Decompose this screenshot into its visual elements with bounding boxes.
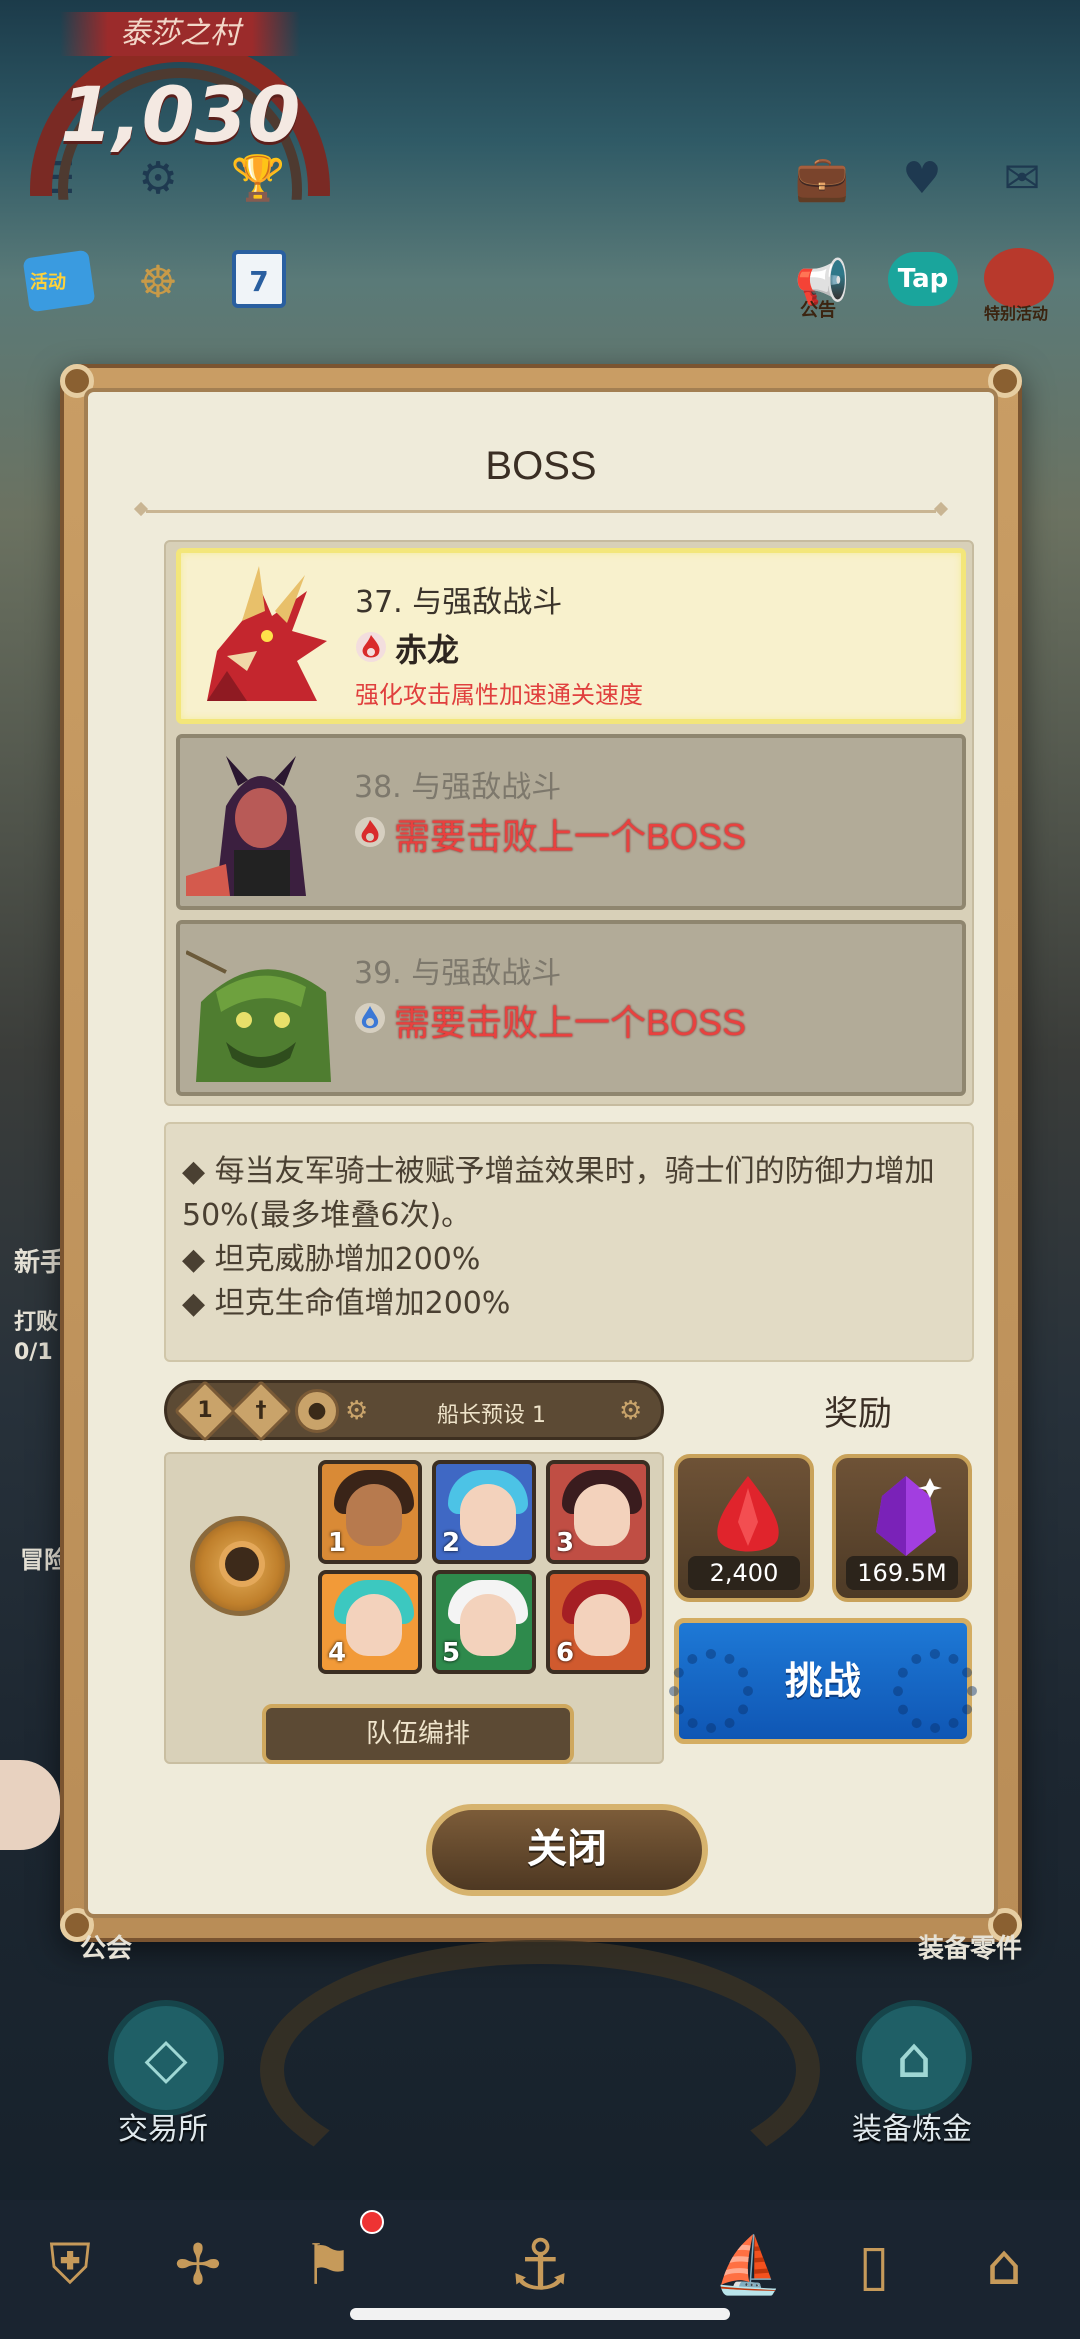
boss-list: 37. 与强敌战斗 赤龙 强化攻击属性加速通关速度 38. 与强敌战斗 需要击败… bbox=[164, 540, 974, 1106]
preset-label: 船长预设 1 bbox=[437, 1403, 546, 1428]
green-beast-portrait bbox=[186, 932, 336, 1082]
mail-icon[interactable]: ✉ bbox=[990, 146, 1054, 210]
friends-icon[interactable]: ♥ bbox=[890, 146, 954, 210]
alchemy-icon[interactable]: ⌂ bbox=[856, 2000, 972, 2116]
red-gem-icon bbox=[717, 1476, 779, 1552]
modal-body: BOSS 37. 与强敌战斗 赤龙 强化攻击属性加速通关速度 38. 与强敌战斗… bbox=[84, 388, 998, 1918]
special-event-icon[interactable] bbox=[984, 248, 1054, 308]
exchange-icon[interactable]: ◇ bbox=[108, 2000, 224, 2116]
water-element-icon bbox=[354, 1002, 386, 1034]
locked-requirement: 需要击败上一个BOSS bbox=[394, 816, 747, 857]
door-icon[interactable]: ▯ bbox=[826, 2210, 922, 2320]
guild-label: 公会 bbox=[80, 1934, 133, 1964]
fire-element-icon bbox=[354, 816, 386, 848]
effect-line: ◆ 坦克威胁增加200% bbox=[182, 1242, 481, 1277]
team-panel: 1 2 3 4 5 6 队伍编排 bbox=[164, 1452, 664, 1764]
boss-number-title: 38. 与强敌战斗 bbox=[354, 770, 562, 805]
boss-description: 强化攻击属性加速通关速度 bbox=[355, 681, 643, 709]
boss-card-37[interactable]: 37. 与强敌战斗 赤龙 强化攻击属性加速通关速度 bbox=[176, 548, 966, 724]
reward-red-gem[interactable]: 2,400 bbox=[674, 1454, 814, 1602]
effect-line: ◆ 坦克生命值增加200% bbox=[182, 1286, 511, 1321]
demon-girl-portrait bbox=[186, 746, 336, 896]
captain-avatar[interactable] bbox=[190, 1516, 290, 1616]
reward-value: 169.5M bbox=[846, 1556, 958, 1590]
defeat-label: 打败 bbox=[14, 1310, 59, 1335]
equipment-parts-label: 装备零件 bbox=[918, 1934, 1023, 1964]
tap-button[interactable]: Tap bbox=[888, 252, 958, 306]
exchange-label: 交易所 bbox=[118, 2112, 208, 2147]
effect-line: ◆ 每当友军骑士被赋予增益效果时，骑士们的防御力增加50%(最多堆叠6次)。 bbox=[182, 1154, 935, 1233]
activity-label: 活动 bbox=[30, 272, 66, 293]
team-slot-2[interactable]: 2 bbox=[432, 1460, 536, 1564]
alchemy-label: 装备炼金 bbox=[852, 2112, 972, 2147]
progress-label: 0/1 bbox=[14, 1340, 53, 1365]
preset-settings-icon[interactable]: ⚙ bbox=[345, 1397, 373, 1425]
boss-effects-panel: ◆ 每当友军骑士被赋予增益效果时，骑士们的防御力增加50%(最多堆叠6次)。 ◆… bbox=[164, 1122, 974, 1362]
team-formation-button[interactable]: 队伍编排 bbox=[262, 1704, 574, 1764]
team-slot-3[interactable]: 3 bbox=[546, 1460, 650, 1564]
team-slot-5[interactable]: 5 bbox=[432, 1570, 536, 1674]
reward-value: 2,400 bbox=[688, 1556, 800, 1590]
village-score: 1,030 bbox=[60, 70, 301, 159]
team-slot-4[interactable]: 4 bbox=[318, 1570, 422, 1674]
purple-crystal-icon bbox=[876, 1476, 942, 1556]
team-slot-1[interactable]: 1 bbox=[318, 1460, 422, 1564]
village-emblem: 泰莎之村 1,030 bbox=[0, 0, 360, 210]
guild-shield-icon[interactable]: ⛨ bbox=[22, 2210, 118, 2320]
reward-title: 奖励 bbox=[824, 1394, 892, 1434]
modal-title: BOSS bbox=[485, 444, 597, 488]
home-indicator bbox=[350, 2308, 730, 2320]
sword-badge-icon: † bbox=[229, 1379, 293, 1443]
calendar-icon[interactable]: 7 bbox=[232, 250, 286, 308]
boss-name: 赤龙 bbox=[395, 631, 460, 669]
briefcase-icon[interactable]: 💼 bbox=[790, 146, 854, 210]
reward-purple-crystal[interactable]: 169.5M bbox=[832, 1454, 972, 1602]
preset-level-badge: 1 bbox=[173, 1379, 237, 1443]
fan-icon[interactable]: ✢ bbox=[150, 2210, 246, 2320]
title-divider bbox=[146, 510, 936, 513]
ship-wheel-icon[interactable]: ☸ bbox=[126, 250, 190, 314]
notice-label: 公告 bbox=[800, 300, 836, 321]
boss-card-39[interactable]: 39. 与强敌战斗 需要击败上一个BOSS bbox=[176, 920, 966, 1096]
village-name: 泰莎之村 bbox=[60, 12, 300, 56]
captain-preset-bar[interactable]: 1 † ● ⚙ 船长预设 1 ⚙ bbox=[164, 1379, 664, 1443]
boss-modal: BOSS 37. 与强敌战斗 赤龙 强化攻击属性加速通关速度 38. 与强敌战斗… bbox=[60, 364, 1022, 1942]
boss-number-title: 39. 与强敌战斗 bbox=[354, 956, 562, 991]
fire-element-icon bbox=[355, 631, 387, 663]
boss-card-38[interactable]: 38. 与强敌战斗 需要击败上一个BOSS bbox=[176, 734, 966, 910]
close-button[interactable]: 关闭 bbox=[426, 1804, 708, 1896]
challenge-button[interactable]: 挑战 bbox=[669, 1618, 977, 1744]
notification-badge bbox=[360, 2210, 384, 2234]
ship-icon[interactable]: ⛵ bbox=[700, 2210, 796, 2320]
preset-switch-icon[interactable]: ⚙ bbox=[619, 1397, 647, 1425]
red-dragon-portrait bbox=[187, 561, 337, 711]
boss-number-title: 37. 与强敌战斗 bbox=[355, 585, 563, 620]
newbie-label: 新手 bbox=[14, 1248, 67, 1278]
special-event-label: 特别活动 bbox=[984, 304, 1049, 323]
hud-top: ☰ ⚙ 🏆 💼 ♥ ✉ 活动 ☸ 7 泰莎之村 1,030 📢 公告 Tap 特… bbox=[0, 0, 1080, 323]
side-avatar[interactable] bbox=[0, 1760, 60, 1850]
locked-requirement: 需要击败上一个BOSS bbox=[394, 1002, 747, 1043]
compass-dial bbox=[260, 1940, 820, 2200]
helmet-badge-icon: ● bbox=[285, 1379, 349, 1443]
shop-icon[interactable]: ⌂ bbox=[956, 2210, 1052, 2320]
team-slot-6[interactable]: 6 bbox=[546, 1570, 650, 1674]
anchor-icon[interactable]: ⚓ bbox=[470, 2210, 610, 2320]
